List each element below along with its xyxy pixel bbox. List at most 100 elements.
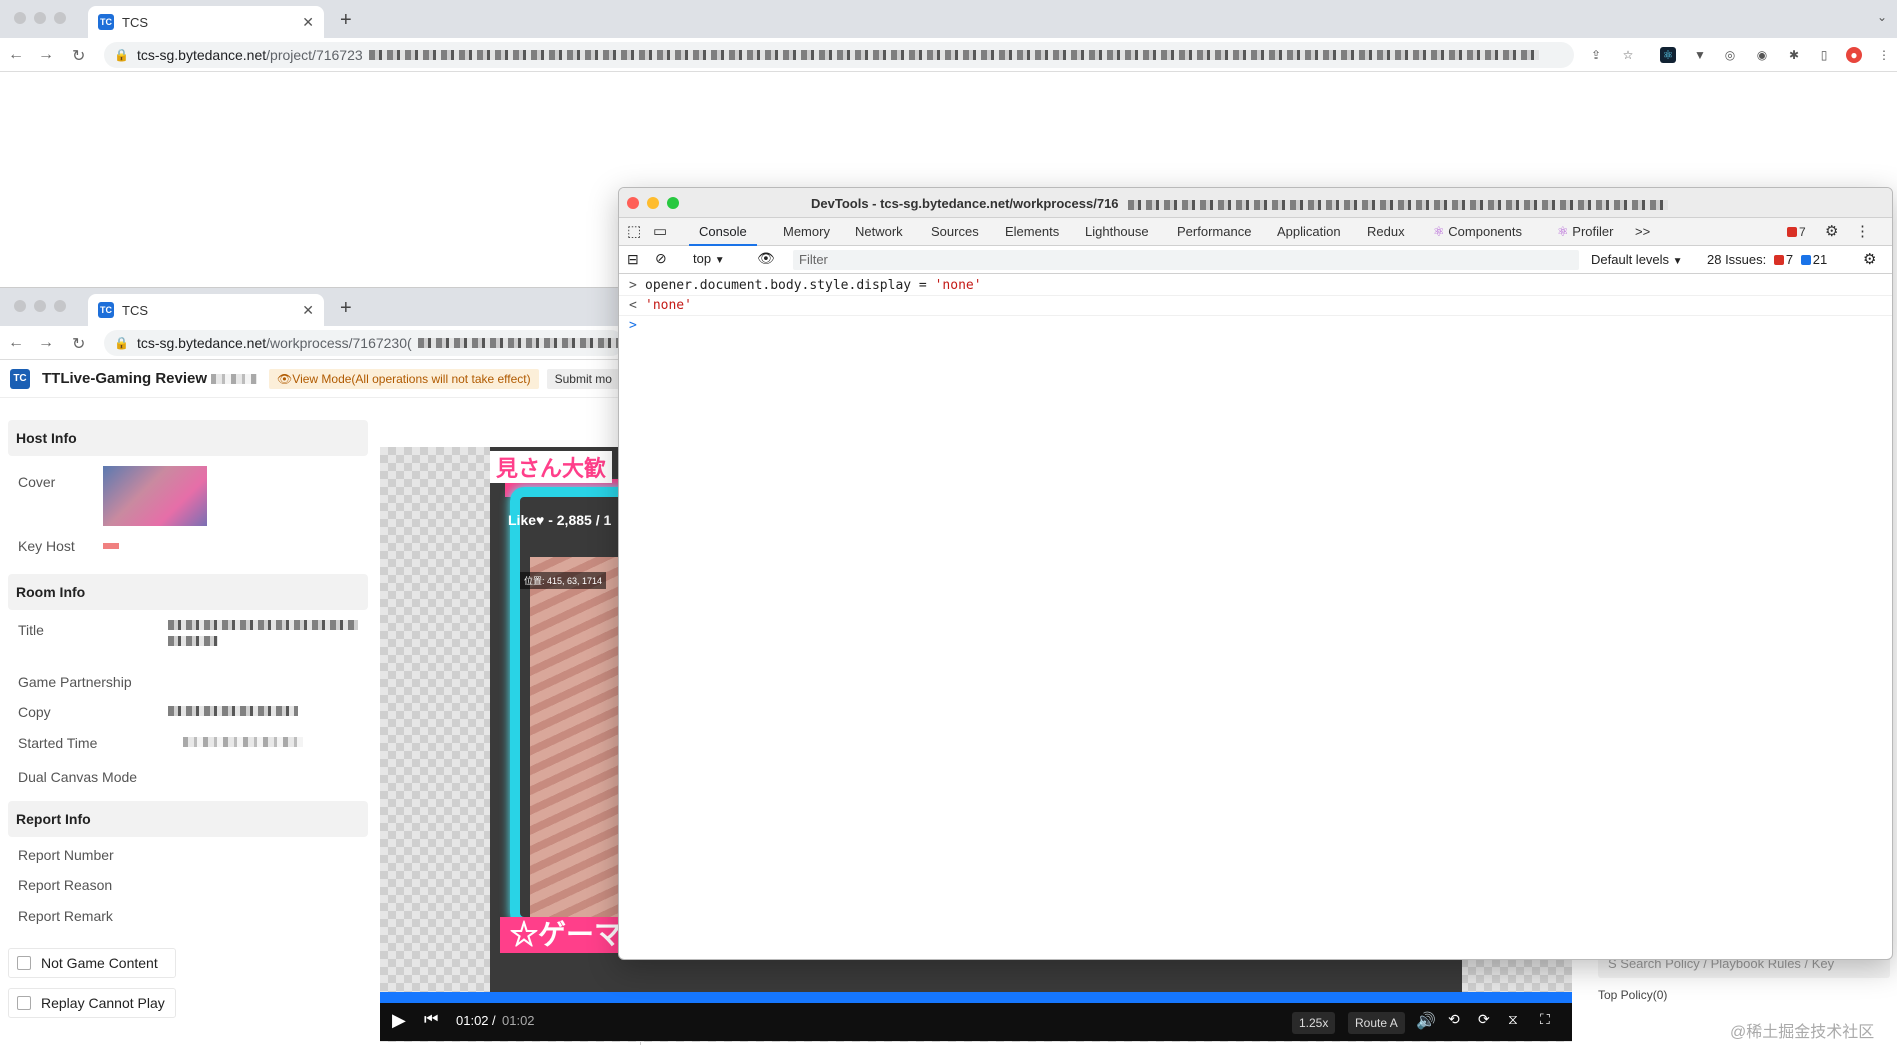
- replay-cannot-play-label: Replay Cannot Play: [41, 995, 165, 1011]
- new-tab-button[interactable]: +: [340, 9, 352, 32]
- tab-performance[interactable]: Performance: [1177, 218, 1251, 246]
- report-info-heading: Report Info: [8, 801, 368, 837]
- tab-sources[interactable]: Sources: [931, 218, 979, 246]
- back-tabstrip: TC TCS ✕ + ⌄: [0, 0, 1897, 38]
- more-tabs-icon[interactable]: >>: [1635, 218, 1650, 246]
- console-input-line: > opener.document.body.style.display = '…: [619, 276, 1892, 296]
- skip-back-icon[interactable]: ⏮: [424, 1011, 438, 1029]
- issues-error-icon: [1773, 255, 1784, 265]
- live-expression-eye-icon[interactable]: 👁: [757, 250, 775, 267]
- error-count-badge[interactable]: 7: [1783, 218, 1806, 246]
- devtools-minimize-button[interactable]: [647, 197, 659, 209]
- tab-lighthouse[interactable]: Lighthouse: [1085, 218, 1149, 246]
- console-result-value: 'none': [645, 298, 692, 313]
- window-close-button[interactable]: [14, 12, 26, 24]
- devtools-menu-kebab-icon[interactable]: ⋮: [1855, 218, 1870, 246]
- flip-icon[interactable]: ⧖: [1508, 1011, 1518, 1028]
- reload-icon[interactable]: ↻: [72, 46, 85, 66]
- pixelated-title-rest: [1128, 199, 1669, 210]
- devtools-close-button[interactable]: [627, 197, 639, 209]
- react-profiler-icon: ⚛: [1557, 224, 1569, 239]
- window-close-button[interactable]: [14, 300, 26, 312]
- current-time: 01:02: [456, 1013, 489, 1028]
- window-minimize-button[interactable]: [34, 300, 46, 312]
- volume-icon[interactable]: 🔊: [1416, 1011, 1436, 1031]
- replay-cannot-play-checkbox[interactable]: Replay Cannot Play: [8, 988, 176, 1018]
- tab-components[interactable]: ⚛ Components: [1433, 218, 1522, 246]
- issues-counter[interactable]: 28 Issues: 7 21: [1707, 252, 1827, 267]
- vue-extension-icon[interactable]: ▼: [1692, 47, 1708, 63]
- menu-kebab-icon[interactable]: ⋮: [1876, 47, 1892, 63]
- chrome-extension-icon[interactable]: ◎: [1722, 47, 1738, 63]
- window-zoom-button[interactable]: [54, 300, 66, 312]
- report-remark-label: Report Remark: [18, 908, 113, 924]
- console-settings-gear-icon[interactable]: ⚙: [1863, 250, 1876, 268]
- back-tab-tcs[interactable]: TC TCS ✕: [88, 6, 324, 38]
- overlay-like-count: Like♥ - 2,885 / 1: [508, 512, 612, 528]
- route-button[interactable]: Route A: [1348, 1012, 1405, 1034]
- log-levels-dropdown[interactable]: Default levels ▼: [1591, 252, 1683, 267]
- new-tab-button[interactable]: +: [340, 297, 352, 320]
- clear-console-icon[interactable]: ⊘: [655, 250, 667, 267]
- dropdown-arrow-icon: ▼: [714, 255, 725, 266]
- window-zoom-button[interactable]: [54, 12, 66, 24]
- context-selector[interactable]: top ▼: [693, 251, 725, 266]
- play-icon[interactable]: ▶: [392, 1010, 406, 1031]
- console-filter-input[interactable]: Filter: [793, 250, 1579, 270]
- not-game-content-checkbox[interactable]: Not Game Content: [8, 948, 176, 978]
- back-address-bar[interactable]: 🔒 tcs-sg.bytedance.net/project/716723: [104, 42, 1574, 68]
- forward-arrow-icon[interactable]: →: [38, 334, 54, 352]
- tab-elements[interactable]: Elements: [1005, 218, 1059, 246]
- inspect-element-icon[interactable]: ⬚: [627, 218, 641, 246]
- side-panel-icon[interactable]: ▯: [1816, 47, 1832, 63]
- tab-application[interactable]: Application: [1277, 218, 1341, 246]
- tab-search-chevron-icon[interactable]: ⌄: [1877, 10, 1887, 24]
- back-arrow-icon[interactable]: ←: [8, 334, 24, 352]
- front-address-bar[interactable]: 🔒 tcs-sg.bytedance.net/workprocess/71672…: [104, 330, 624, 356]
- tab-console[interactable]: Console: [689, 218, 757, 246]
- close-icon[interactable]: ✕: [302, 302, 314, 319]
- playback-speed-button[interactable]: 1.25x: [1292, 1012, 1336, 1034]
- video-progress-bar[interactable]: [380, 992, 1572, 1003]
- star-icon[interactable]: ☆: [1620, 47, 1636, 63]
- device-toolbar-icon[interactable]: ▭: [653, 218, 667, 246]
- react-devtools-icon[interactable]: ⚛: [1660, 47, 1676, 63]
- checkbox-box[interactable]: [17, 956, 31, 970]
- settings-gear-icon[interactable]: ⚙: [1825, 218, 1838, 246]
- rotate-left-icon[interactable]: ⟲: [1448, 1011, 1460, 1028]
- tab-network[interactable]: Network: [855, 218, 903, 246]
- devtools-zoom-button[interactable]: [667, 197, 679, 209]
- reload-icon[interactable]: ↻: [72, 334, 85, 354]
- back-toolbar: ← → ↻ 🔒 tcs-sg.bytedance.net/project/716…: [0, 38, 1897, 72]
- front-tab-tcs[interactable]: TC TCS ✕: [88, 294, 324, 326]
- back-arrow-icon[interactable]: ←: [8, 46, 24, 64]
- globe-extension-icon[interactable]: ◉: [1754, 47, 1770, 63]
- view-mode-badge: 👁View Mode(All operations will not take …: [269, 368, 539, 389]
- tab-profiler[interactable]: ⚛ Profiler: [1557, 218, 1613, 246]
- host-info-heading: Host Info: [8, 420, 368, 456]
- submit-button[interactable]: Submit mo: [546, 368, 620, 389]
- checkbox-box[interactable]: [17, 996, 31, 1010]
- fullscreen-icon[interactable]: ⛶: [1540, 1011, 1550, 1028]
- share-icon[interactable]: ⇪: [1588, 47, 1604, 63]
- console-input-code: opener.document.body.style.display =: [645, 278, 935, 293]
- active-prompt-icon: >: [629, 318, 637, 333]
- title-value-redacted-2: [168, 636, 218, 646]
- app-header: TC TTLive-Gaming Review 👁View Mode(All o…: [0, 360, 640, 398]
- close-icon[interactable]: ✕: [302, 14, 314, 31]
- overlay-top-text: 見さん大歓: [490, 451, 613, 483]
- profile-avatar-icon[interactable]: ●: [1846, 47, 1862, 63]
- overlay-position-label: 位置: 415, 63, 1714: [520, 572, 607, 589]
- tab-memory[interactable]: Memory: [783, 218, 830, 246]
- forward-arrow-icon[interactable]: →: [38, 46, 54, 64]
- page-title: TTLive-Gaming Review: [42, 370, 208, 387]
- rotate-right-icon[interactable]: ⟳: [1478, 1011, 1490, 1028]
- puzzle-icon[interactable]: ✱: [1786, 47, 1802, 63]
- console-prompt-line[interactable]: >: [619, 316, 1892, 336]
- cover-thumbnail[interactable]: [103, 466, 207, 526]
- sidebar-toggle-icon[interactable]: ⊟: [627, 251, 639, 268]
- window-minimize-button[interactable]: [34, 12, 46, 24]
- tab-redux[interactable]: Redux: [1367, 218, 1405, 246]
- devtools-title-text: DevTools - tcs-sg.bytedance.net/workproc…: [811, 196, 1119, 211]
- console-input-string: 'none': [934, 278, 982, 293]
